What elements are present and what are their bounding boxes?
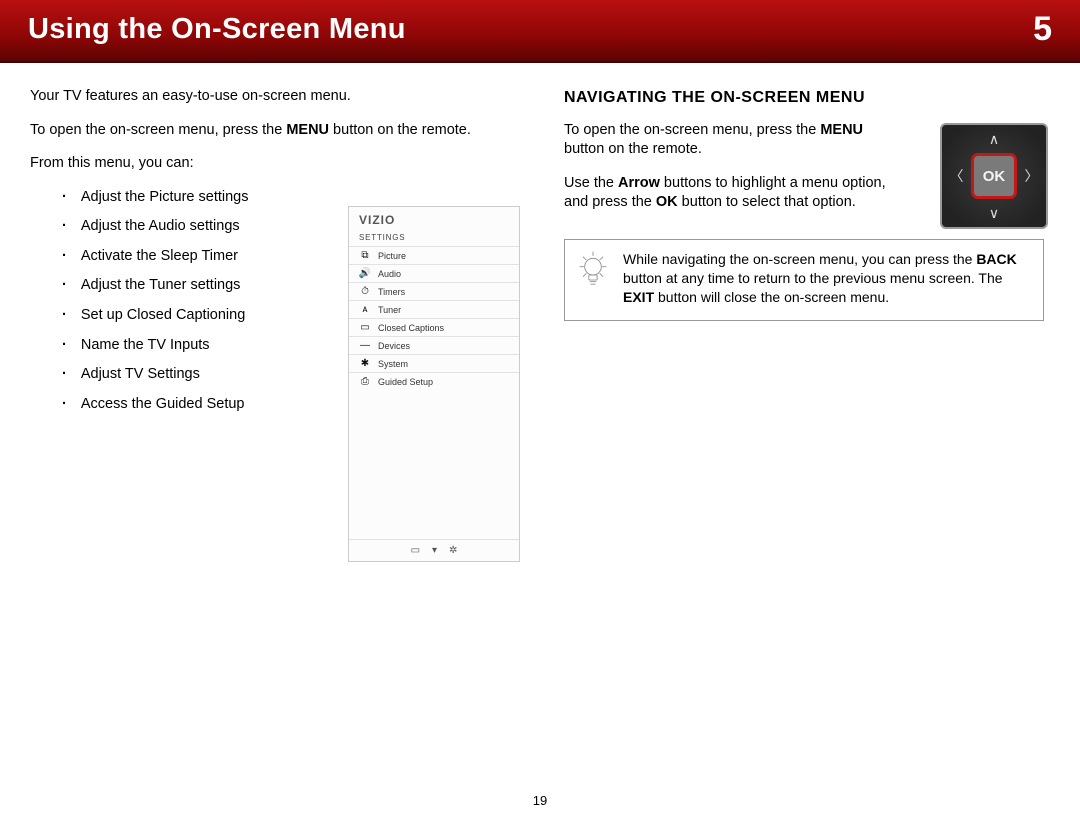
setup-icon: ⎙	[359, 376, 371, 387]
arrow-up-icon: ∧	[989, 131, 999, 148]
nav-paragraph-1: To open the on-screen menu, press the ME…	[564, 121, 894, 160]
intro-paragraph-1: Your TV features an easy-to-use on-scree…	[30, 87, 530, 107]
system-icon: ✱	[359, 358, 371, 369]
list-item: Adjust the Picture settings	[62, 188, 530, 208]
nav-paragraph-2: Use the Arrow buttons to highlight a men…	[564, 174, 894, 213]
tuner-icon: ᴀ	[359, 304, 371, 315]
wide-icon: ▭	[411, 545, 420, 556]
gear-icon: ✲	[449, 545, 457, 556]
cc-icon: ▭	[359, 322, 371, 333]
osd-brand: VIZIO	[349, 207, 519, 231]
page-number: 19	[533, 793, 547, 808]
arrow-down-icon: ∨	[989, 205, 999, 222]
timers-icon: ⏱	[359, 286, 371, 297]
intro-paragraph-3: From this menu, you can:	[30, 154, 530, 174]
osd-row: ⎙Guided Setup	[349, 372, 519, 390]
arrow-left-icon: 〈	[950, 166, 964, 186]
osd-footer: ▭ ▾ ✲	[349, 539, 519, 561]
osd-row: ✱System	[349, 354, 519, 372]
section-heading: NAVIGATING THE ON-SCREEN MENU	[564, 87, 1044, 109]
lightbulb-icon	[575, 250, 611, 290]
remote-dpad-illustration: ∧ 〈 OK 〉 ∨	[940, 123, 1048, 229]
chapter-number: 5	[1033, 10, 1052, 49]
osd-row: —Devices	[349, 336, 519, 354]
intro-paragraph-2: To open the on-screen menu, press the ME…	[30, 121, 530, 141]
ok-button-highlight: OK	[971, 153, 1017, 199]
picture-icon: ⧉	[359, 250, 371, 261]
osd-section-label: SETTINGS	[349, 231, 519, 246]
chapter-header: Using the On-Screen Menu 5	[0, 0, 1080, 63]
audio-icon: 🔊	[359, 268, 371, 279]
osd-row: ⧉Picture	[349, 246, 519, 264]
osd-row: ⏱Timers	[349, 282, 519, 300]
osd-row: 🔊Audio	[349, 264, 519, 282]
down-icon: ▾	[432, 545, 437, 556]
arrow-right-icon: 〉	[1025, 166, 1039, 186]
devices-icon: —	[359, 340, 371, 351]
osd-menu-illustration: VIZIO SETTINGS ⧉Picture 🔊Audio ⏱Timers ᴀ…	[348, 206, 520, 562]
chapter-title: Using the On-Screen Menu	[28, 13, 406, 46]
tip-callout: While navigating the on-screen menu, you…	[564, 239, 1044, 321]
osd-row: ᴀTuner	[349, 300, 519, 318]
osd-row: ▭Closed Captions	[349, 318, 519, 336]
